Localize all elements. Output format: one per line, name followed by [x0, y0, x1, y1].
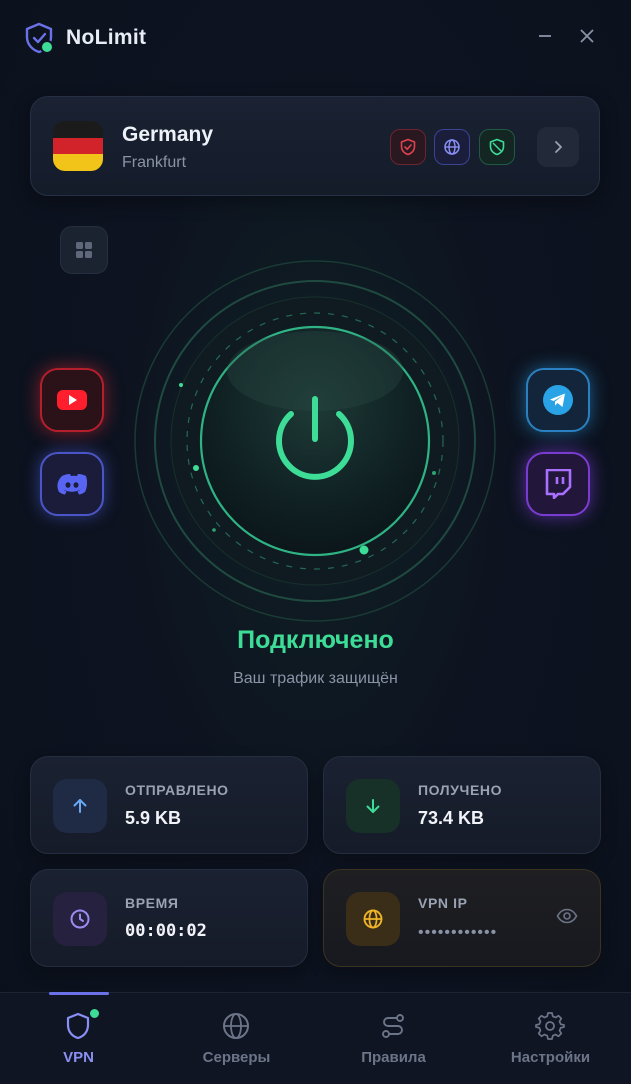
app-window: NoLimit Germany Frankfurt Подключено Ваш…	[0, 0, 631, 1084]
time-value: 00:00:02	[125, 921, 207, 941]
time-card: ВРЕМЯ 00:00:02	[30, 869, 308, 967]
nav-label-settings: Настройки	[510, 1049, 591, 1066]
nav-item-vpn[interactable]: VPN	[0, 993, 157, 1084]
shield-badge	[479, 129, 515, 165]
connection-dot	[40, 40, 54, 54]
close-button[interactable]	[573, 22, 601, 50]
eye-icon	[556, 908, 578, 924]
youtube-icon	[57, 390, 87, 410]
shield-check-icon	[400, 138, 416, 156]
toggle-ip-visibility[interactable]	[556, 908, 578, 929]
telegram-icon	[543, 385, 573, 415]
ip-card: VPN IP ••••••••••••	[323, 869, 601, 967]
sent-value: 5.9 KB	[125, 808, 182, 828]
ip-value-masked: ••••••••••••	[418, 924, 498, 941]
clock-icon-box	[53, 892, 107, 946]
received-card: ПОЛУЧЕНО 73.4 KB	[323, 756, 601, 854]
discord-icon	[57, 474, 87, 495]
nav-label-servers: Серверы	[202, 1049, 271, 1066]
nav-item-settings[interactable]: Настройки	[472, 993, 629, 1084]
download-icon-box	[346, 779, 400, 833]
nav-item-servers[interactable]: Серверы	[158, 993, 315, 1084]
connection-subtitle: Ваш трафик защищён	[233, 670, 398, 687]
app-title: NoLimit	[66, 26, 147, 49]
gear-icon	[535, 1012, 565, 1040]
globe-icon	[444, 139, 460, 155]
globe-badge	[434, 129, 470, 165]
close-icon	[580, 29, 594, 43]
ip-icon-box	[346, 892, 400, 946]
discord-button[interactable]	[40, 452, 104, 516]
nav-label-vpn: VPN	[63, 1049, 94, 1066]
clock-icon	[70, 909, 90, 929]
twitch-icon	[545, 469, 572, 499]
minimize-button[interactable]	[531, 22, 559, 50]
location-city: Frankfurt	[122, 154, 187, 171]
nav-item-rules[interactable]: Правила	[315, 993, 472, 1084]
location-country: Germany	[122, 123, 214, 146]
power-button[interactable]	[201, 327, 429, 555]
apps-grid-button[interactable]	[60, 226, 108, 274]
arrow-up-icon	[73, 799, 87, 813]
security-badge	[390, 129, 426, 165]
sent-card: ОТПРАВЛЕНО 5.9 KB	[30, 756, 308, 854]
received-label: ПОЛУЧЕНО	[418, 782, 503, 798]
received-value: 73.4 KB	[418, 808, 485, 828]
ip-label: VPN IP	[418, 895, 468, 911]
chevron-right-icon	[555, 141, 562, 153]
nav-connected-dot	[88, 1007, 101, 1020]
time-label: ВРЕМЯ	[125, 895, 179, 911]
upload-icon-box	[53, 779, 107, 833]
globe-icon	[223, 1013, 249, 1039]
power-icon	[276, 396, 354, 480]
youtube-button[interactable]	[40, 368, 104, 432]
connection-status: Подключено	[237, 626, 394, 654]
minimize-icon	[539, 35, 551, 37]
grid-icon	[76, 242, 92, 258]
shield-slash-icon	[489, 138, 505, 156]
title-bar: NoLimit	[0, 0, 631, 76]
nav-label-rules: Правила	[361, 1049, 426, 1066]
location-card[interactable]: Germany Frankfurt	[30, 96, 600, 196]
change-location-button[interactable]	[537, 127, 579, 167]
sent-label: ОТПРАВЛЕНО	[125, 782, 229, 798]
twitch-button[interactable]	[526, 452, 590, 516]
power-area	[130, 256, 500, 626]
bottom-nav: VPN Серверы Правила Настройки	[0, 992, 631, 1084]
arrow-down-icon	[366, 799, 380, 813]
routes-icon	[382, 1014, 404, 1038]
germany-flag	[53, 121, 103, 171]
telegram-button[interactable]	[526, 368, 590, 432]
globe-icon	[363, 909, 383, 929]
